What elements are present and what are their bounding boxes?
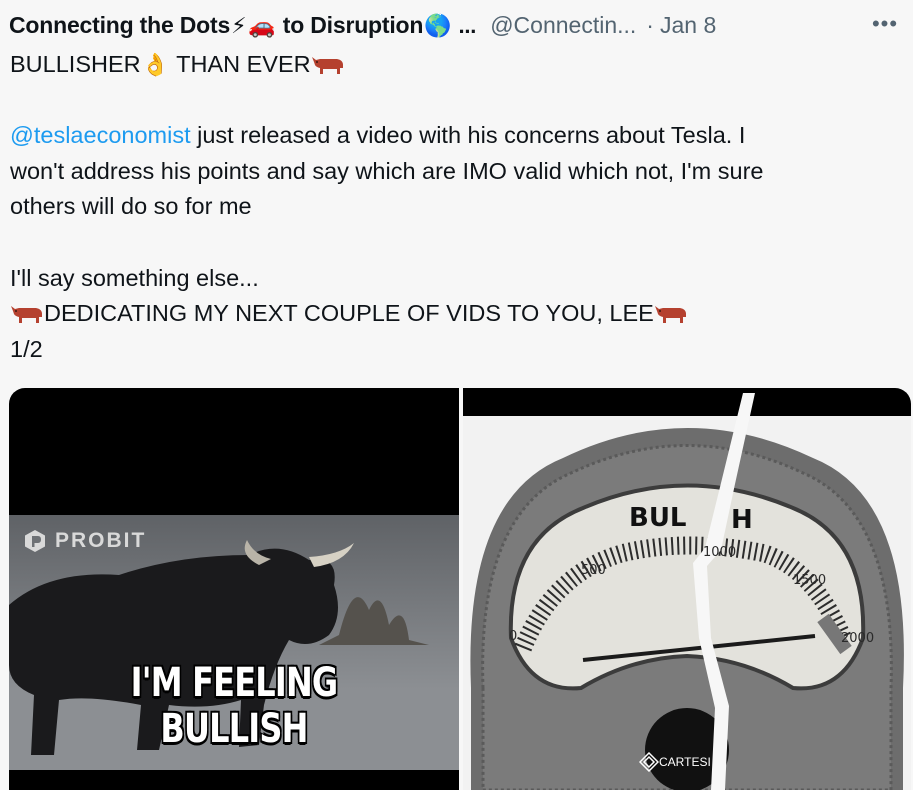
ok-hand-emoji-icon: 👌 <box>141 53 170 78</box>
globe-emoji-icon: 🌎 <box>424 13 452 39</box>
gif-frame: PROBIT I'M FEELING BULLISH <box>9 515 459 770</box>
cartesi-mark-icon <box>639 752 659 772</box>
gauge-tick: 500 <box>581 563 606 578</box>
tweet-line: others will do so for me <box>10 193 252 220</box>
cartesi-logo: CARTESI <box>639 752 711 772</box>
probit-logo: PROBIT <box>23 529 146 553</box>
gauge-tick: 2000 <box>841 631 874 646</box>
media-grid: PROBIT I'M FEELING BULLISH BUL H 0 500 1… <box>9 388 913 790</box>
gif-caption: I'M FEELING BULLISH <box>130 660 339 752</box>
tweet-line: 1/2 <box>10 335 43 362</box>
probit-mark-icon <box>25 530 45 552</box>
ox-emoji-icon <box>11 306 42 324</box>
gauge-tick: 1000 <box>703 545 736 560</box>
tweet-line: won't address his points and say which a… <box>10 157 764 184</box>
separator-dot: · <box>646 11 654 38</box>
gauge-illustration: BUL H 0 500 1000 1500 2000 <box>463 393 911 790</box>
tweet-line: BULLISHER👌 THAN EVER <box>10 47 890 83</box>
tweet-line: @teslaeconomist just released a video wi… <box>10 122 746 149</box>
tweet-date[interactable]: Jan 8 <box>660 12 716 39</box>
gauge-label-left: BUL <box>629 503 687 533</box>
mention-link[interactable]: @teslaeconomist <box>10 122 191 148</box>
bullish-gauge-image[interactable]: BUL H 0 500 1000 1500 2000 CARTESI <box>463 388 911 790</box>
tweet-header: Connecting the Dots⚡🚗 to Disruption🌎... … <box>9 8 903 42</box>
author-handle[interactable]: @Connectin... <box>490 12 636 39</box>
gauge-tick: 1500 <box>793 573 826 588</box>
car-emoji-icon: 🚗 <box>248 13 276 39</box>
author-name[interactable]: Connecting the Dots⚡🚗 to Disruption🌎... <box>9 12 476 39</box>
tweet-line: I'll say something else... <box>10 264 259 291</box>
tweet-line: DEDICATING MY NEXT COUPLE OF VIDS TO YOU… <box>10 296 890 332</box>
gauge-tick: 0 <box>509 629 517 644</box>
lightning-emoji-icon: ⚡ <box>231 13 247 39</box>
tweet-text: BULLISHER👌 THAN EVER @teslaeconomist jus… <box>10 47 890 367</box>
more-options-icon[interactable]: ••• <box>871 10 899 38</box>
gauge-label-right: H <box>731 505 753 535</box>
bull-gif-image[interactable]: PROBIT I'M FEELING BULLISH <box>9 388 459 790</box>
ox-emoji-icon <box>654 306 686 324</box>
ox-emoji-icon <box>311 57 343 74</box>
